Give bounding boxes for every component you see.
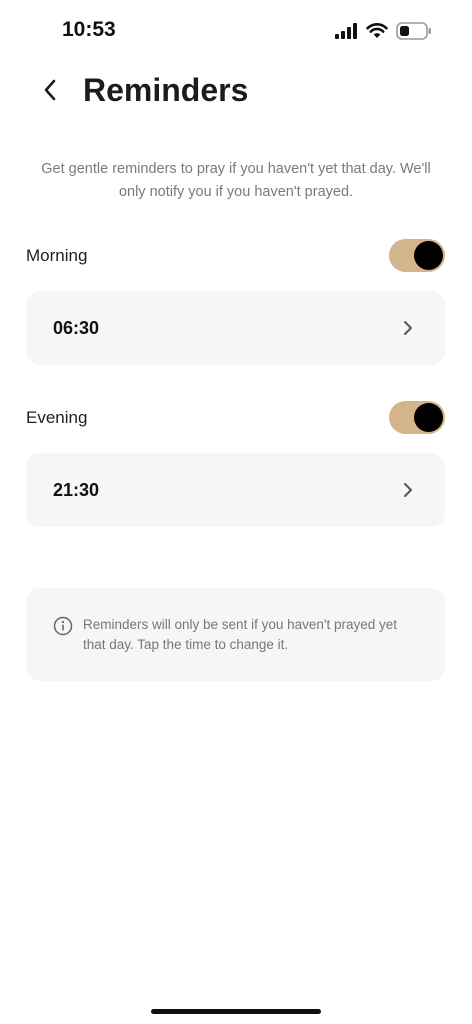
description-text: Get gentle reminders to pray if you have… [41,161,431,200]
morning-label: Morning [26,246,88,265]
morning-time-value: 06:30 [53,318,100,338]
info-icon [53,616,73,636]
status-time: 10:53 [62,18,116,41]
morning-toggle[interactable] [389,239,445,272]
back-button[interactable] [30,70,70,110]
chevron-right-icon [404,483,412,497]
toggle-knob [414,241,443,270]
morning-time-row[interactable]: 06:30 [26,291,445,365]
chevron-left-icon [44,79,56,101]
page-title: Reminders [83,72,249,108]
evening-label: Evening [26,408,88,427]
info-text: Reminders will only be sent if you haven… [83,617,397,652]
home-indicator [151,1009,321,1014]
evening-time-row[interactable]: 21:30 [26,453,445,527]
status-bar: 10:53 [0,0,472,64]
evening-toggle[interactable] [389,401,445,434]
chevron-right-icon [404,321,412,335]
evening-time-value: 21:30 [53,480,100,500]
battery-icon [396,22,431,40]
wifi-icon [366,23,388,38]
cellular-signal-icon [335,23,357,39]
info-box: Reminders will only be sent if you haven… [26,588,445,681]
toggle-knob [414,403,443,432]
